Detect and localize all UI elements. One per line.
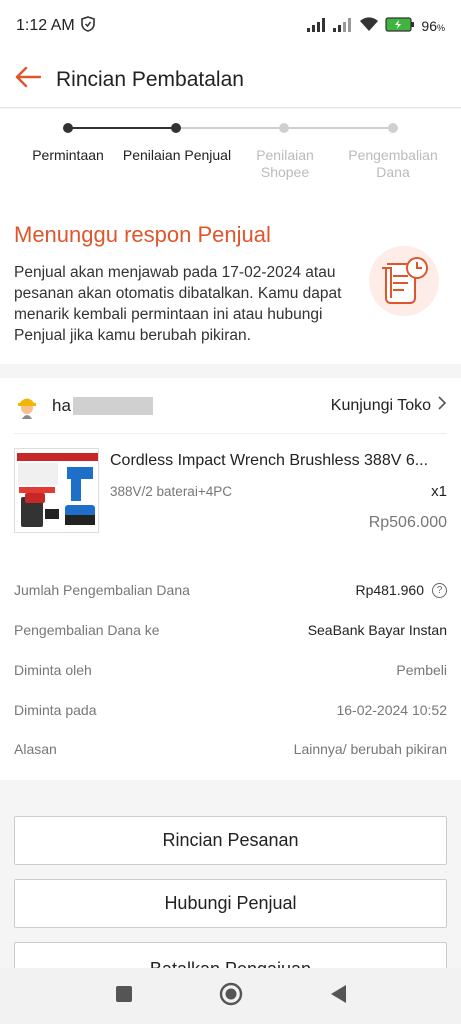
reason-label: Alasan: [14, 741, 57, 757]
refund-amount-row: Jumlah Pengembalian Dana Rp481.960 ?: [14, 578, 447, 602]
refund-destination-row: Pengembalian Dana ke SeaBank Bayar Insta…: [14, 618, 447, 642]
requested-at-label: Diminta pada: [14, 702, 97, 718]
refund-amount-text: Rp481.960: [355, 582, 424, 598]
order-detail-section: ha Kunjungi Toko Cordless Impact Wrench …: [0, 378, 461, 780]
step-label-4: Pengembalian Dana: [348, 147, 438, 180]
status-description: Penjual akan menjawab pada 17-02-2024 at…: [14, 264, 342, 344]
shop-avatar: [14, 393, 40, 419]
requested-by-value: Pembeli: [396, 662, 447, 678]
status-heading: Menunggu respon Penjual: [14, 222, 271, 247]
reason-value: Lainnya/ berubah pikiran: [293, 741, 447, 757]
shop-row: ha Kunjungi Toko: [14, 378, 447, 434]
step-dot-4: [388, 123, 398, 133]
shop-name: ha: [52, 395, 71, 415]
requested-at-value: 16-02-2024 10:52: [336, 702, 447, 718]
reason-row: Alasan Lainnya/ berubah pikiran: [14, 737, 447, 761]
back-nav-button[interactable]: [329, 984, 347, 1009]
product-price: Rp506.000: [368, 514, 447, 531]
refund-amount-value: Rp481.960 ?: [355, 582, 447, 598]
step-dot-1: [63, 123, 73, 133]
visit-shop-button[interactable]: Kunjungi Toko: [331, 396, 447, 415]
home-button[interactable]: [219, 982, 243, 1011]
status-time: 1:12 AM: [16, 17, 75, 34]
product-item[interactable]: Cordless Impact Wrench Brushless 388V 6.…: [14, 448, 447, 538]
step-dot-2: [171, 123, 181, 133]
shield-icon: [80, 15, 95, 37]
back-arrow-icon: [15, 66, 42, 93]
step-label-3: Penilaian Shopee: [256, 147, 314, 180]
visit-shop-label: Kunjungi Toko: [330, 396, 431, 414]
requested-by-label: Diminta oleh: [14, 662, 92, 678]
app-bar: Rincian Pembatalan: [0, 52, 461, 108]
product-variant: 388V/2 baterai+4PC: [110, 484, 232, 499]
signal-icon: [307, 17, 327, 35]
product-image: [14, 448, 99, 533]
refund-destination-label: Pengembalian Dana ke: [14, 622, 160, 638]
document-clock-icon: [369, 246, 439, 316]
step-label-1: Permintaan: [32, 147, 104, 163]
signal-icon: [333, 17, 353, 35]
order-details-button[interactable]: Rincian Pesanan: [14, 816, 447, 865]
recents-button[interactable]: [115, 985, 133, 1008]
status-bar: 1:12 AM 96%: [0, 0, 461, 52]
step-line-done: [68, 127, 176, 129]
redacted-shop-name: [72, 396, 153, 415]
back-button[interactable]: [0, 52, 56, 108]
refund-destination-value: SeaBank Bayar Instan: [307, 622, 447, 638]
requested-by-row: Diminta oleh Pembeli: [14, 658, 447, 682]
system-nav-bar: [0, 968, 461, 1024]
battery-level: 96%: [421, 18, 445, 34]
step-dot-3: [279, 123, 289, 133]
battery-icon: [385, 17, 415, 35]
help-circle-icon[interactable]: ?: [432, 582, 447, 598]
product-quantity: x1: [431, 483, 447, 500]
product-name: Cordless Impact Wrench Brushless 388V 6.…: [110, 452, 429, 469]
progress-stepper: Permintaan Penilaian Penjual Penilaian S…: [0, 109, 461, 204]
chevron-right-icon: [437, 396, 447, 415]
status-section: Menunggu respon Penjual Penjual akan men…: [0, 204, 461, 364]
contact-seller-button[interactable]: Hubungi Penjual: [14, 879, 447, 928]
requested-at-row: Diminta pada 16-02-2024 10:52: [14, 698, 447, 722]
refund-amount-label: Jumlah Pengembalian Dana: [14, 582, 190, 598]
wifi-icon: [359, 17, 379, 35]
step-label-2: Penilaian Penjual: [122, 147, 232, 163]
page-title: Rincian Pembatalan: [56, 67, 244, 91]
